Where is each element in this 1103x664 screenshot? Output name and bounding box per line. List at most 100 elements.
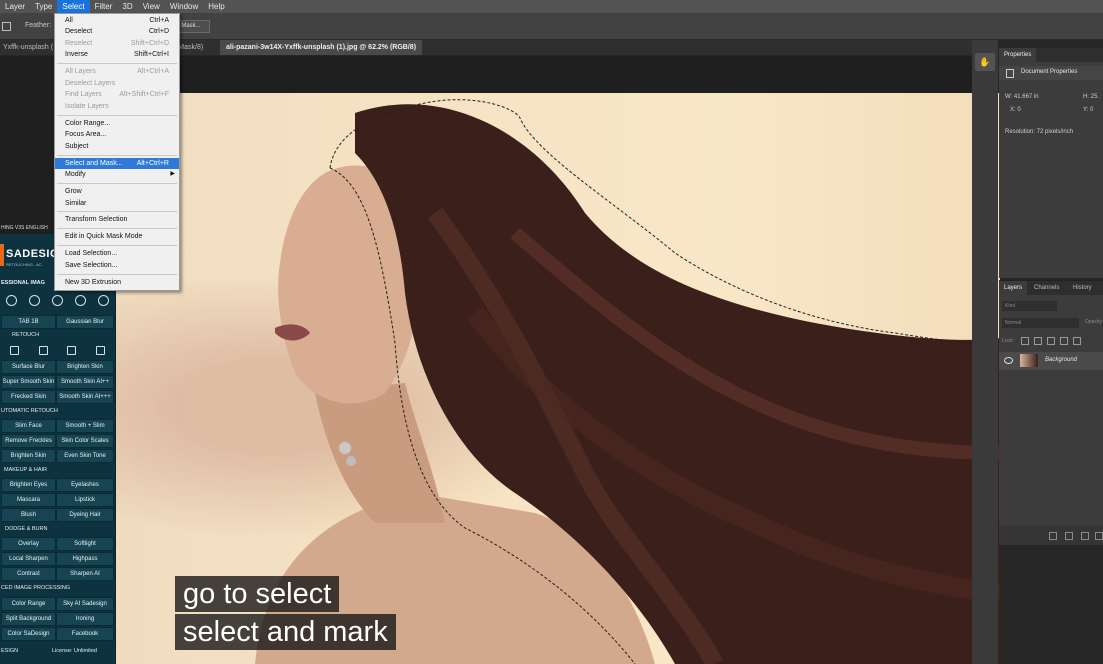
menu-type[interactable]: Type [30, 0, 57, 13]
menu-item-reselect[interactable]: Reselect Shift+Ctrl+D [55, 38, 179, 49]
brighten-eyes-button[interactable]: Brighten Eyes [1, 478, 56, 492]
menu-filter[interactable]: Filter [90, 0, 118, 13]
sky-ai-button[interactable]: Sky AI Sadesign [56, 597, 114, 611]
menu-help[interactable]: Help [203, 0, 229, 13]
highpass-button[interactable]: Highpass [56, 552, 114, 566]
tab-channels[interactable]: Channels [1029, 281, 1064, 295]
brush-icon[interactable] [38, 346, 48, 355]
pencil-icon[interactable] [67, 346, 77, 355]
sun-icon[interactable] [29, 295, 40, 306]
eye-icon[interactable] [1004, 357, 1013, 364]
smooth-skin-ai-ppp-button[interactable]: Smooth Skin AI+++ [56, 390, 114, 404]
tab-1b-button[interactable]: TAB 1B [1, 315, 56, 329]
document-tab-1[interactable]: Yxffk-unsplash ( [0, 40, 56, 55]
blush-button[interactable]: Blush [1, 508, 56, 522]
menu-item-deselect-layers[interactable]: Deselect Layers [55, 78, 179, 89]
menu-separator [57, 63, 177, 64]
menu-view[interactable]: View [138, 0, 165, 13]
color-icon[interactable] [75, 295, 86, 306]
tab-layers[interactable]: Layers [999, 281, 1028, 295]
color-sadesign-button[interactable]: Color SaDesign [1, 627, 56, 641]
lock-move-icon[interactable] [1047, 337, 1055, 345]
slim-face-button[interactable]: Slim Face [1, 419, 56, 433]
frecked-skin-button[interactable]: Frecked Skin [1, 390, 56, 404]
menu-item-deselect[interactable]: Deselect Ctrl+D [55, 26, 179, 37]
menu-item-all[interactable]: All Ctrl+A [55, 15, 179, 26]
link-icon[interactable] [1049, 532, 1057, 540]
menu-item-load-selection[interactable]: Load Selection... [55, 248, 179, 259]
earring-shape [339, 442, 351, 454]
menu-item-focus-area[interactable]: Focus Area... [55, 129, 179, 140]
overlay-button[interactable]: Overlay [1, 537, 56, 551]
skin-color-scales-button[interactable]: Skin Color Scales [56, 434, 114, 448]
select-menu-dropdown: All Ctrl+A Deselect Ctrl+D Reselect Shift+C… [54, 13, 180, 291]
menu-3d[interactable]: 3D [117, 0, 137, 13]
document-tab-active[interactable]: ali-pazani-3w14X-Yxffk-unsplash (1).jpg … [220, 40, 423, 55]
lipstick-button[interactable]: Lipstick [56, 493, 114, 507]
surface-blur-button[interactable]: Surface Blur [1, 360, 56, 374]
local-sharpen-button[interactable]: Local Sharpen [1, 552, 56, 566]
menu-item-inverse[interactable]: Inverse Shift+Ctrl+I [55, 49, 179, 60]
adjustment-icon[interactable] [1095, 532, 1103, 540]
menu-item-find-layers[interactable]: Find Layers Alt+Shift+Ctrl+F [55, 89, 179, 100]
menu-item-similar[interactable]: Similar [55, 198, 179, 209]
x-value[interactable]: X: 0 [1010, 107, 1021, 113]
panel-dock-strip: ✋ [972, 40, 998, 664]
sharpen-ai-button[interactable]: Sharpen AI [56, 567, 114, 581]
brighten-skin-button[interactable]: Brighten Skin [56, 360, 114, 374]
menu-item-select-and-mask[interactable]: Select and Mask... Alt+Ctrl+R [55, 158, 179, 169]
gear-icon[interactable] [6, 295, 17, 306]
document-icon[interactable] [52, 295, 63, 306]
menu-item-modify[interactable]: Modify ▶ [55, 169, 179, 180]
grid-icon[interactable] [96, 346, 106, 355]
even-skin-tone-button[interactable]: Even Skin Tone [56, 449, 114, 463]
menu-item-color-range[interactable]: Color Range... [55, 118, 179, 129]
menu-window[interactable]: Window [165, 0, 203, 13]
menu-select[interactable]: Select [57, 0, 90, 13]
menu-item-new-3d-extrusion[interactable]: New 3D Extrusion [55, 277, 179, 288]
fx-icon[interactable] [1065, 532, 1073, 540]
eyelashes-button[interactable]: Eyelashes [56, 478, 114, 492]
layer-kind-filter[interactable]: Kind [1002, 301, 1057, 311]
smooth-skin-ai-pp-button[interactable]: Smooth Skin AI++ [56, 375, 114, 389]
stamp-icon[interactable] [9, 346, 19, 355]
menu-item-grow[interactable]: Grow [55, 186, 179, 197]
properties-panel-icon[interactable]: ✋ [975, 53, 995, 71]
mascara-button[interactable]: Mascara [1, 493, 56, 507]
ironing-button[interactable]: Ironing [56, 612, 114, 626]
menu-item-quick-mask[interactable]: Edit in Quick Mask Mode [55, 231, 179, 242]
brighten-skin-2-button[interactable]: Brighten Skin [1, 449, 56, 463]
user-icon[interactable] [98, 295, 109, 306]
color-range-button[interactable]: Color Range [1, 597, 56, 611]
blend-mode-select[interactable]: Normal [1002, 318, 1079, 328]
menu-item-save-selection[interactable]: Save Selection... [55, 260, 179, 271]
menu-item-transform-selection[interactable]: Transform Selection [55, 214, 179, 225]
super-smooth-skin-button[interactable]: Super Smooth Skin [1, 375, 56, 389]
softlight-button[interactable]: Softlight [56, 537, 114, 551]
remove-freckles-button[interactable]: Remove Freckles [1, 434, 56, 448]
layer-row-background[interactable]: Background [999, 352, 1103, 370]
lock-brush-icon[interactable] [1034, 337, 1042, 345]
lock-artboard-icon[interactable] [1060, 337, 1068, 345]
smooth-slim-button[interactable]: Smooth + Slim [56, 419, 114, 433]
split-background-button[interactable]: Split Background [1, 612, 56, 626]
contrast-button[interactable]: Contrast [1, 567, 56, 581]
menu-layer[interactable]: Layer [0, 0, 30, 13]
selection-tool-icon[interactable] [2, 22, 11, 31]
tab-history[interactable]: History [1068, 281, 1097, 295]
width-value[interactable]: W: 41.667 in [1005, 94, 1039, 100]
facebook-button[interactable]: Facebook [56, 627, 114, 641]
layer-name[interactable]: Background [1045, 357, 1077, 363]
menu-item-all-layers[interactable]: All Layers Alt+Ctrl+A [55, 66, 179, 77]
gaussian-blur-button[interactable]: Gaussian Blur [56, 315, 114, 329]
y-value[interactable]: Y: 0 [1083, 107, 1093, 113]
mask-icon[interactable] [1081, 532, 1089, 540]
dyeing-hair-button[interactable]: Dyeing Hair [56, 508, 114, 522]
menu-item-isolate-layers[interactable]: Isolate Layers [55, 101, 179, 112]
menu-item-subject[interactable]: Subject [55, 141, 179, 152]
height-value[interactable]: H: 25. [1083, 94, 1099, 100]
lock-all-icon[interactable] [1073, 337, 1081, 345]
lock-transparent-icon[interactable] [1021, 337, 1029, 345]
tab-properties[interactable]: Properties [999, 48, 1037, 62]
menu-separator [57, 183, 177, 184]
